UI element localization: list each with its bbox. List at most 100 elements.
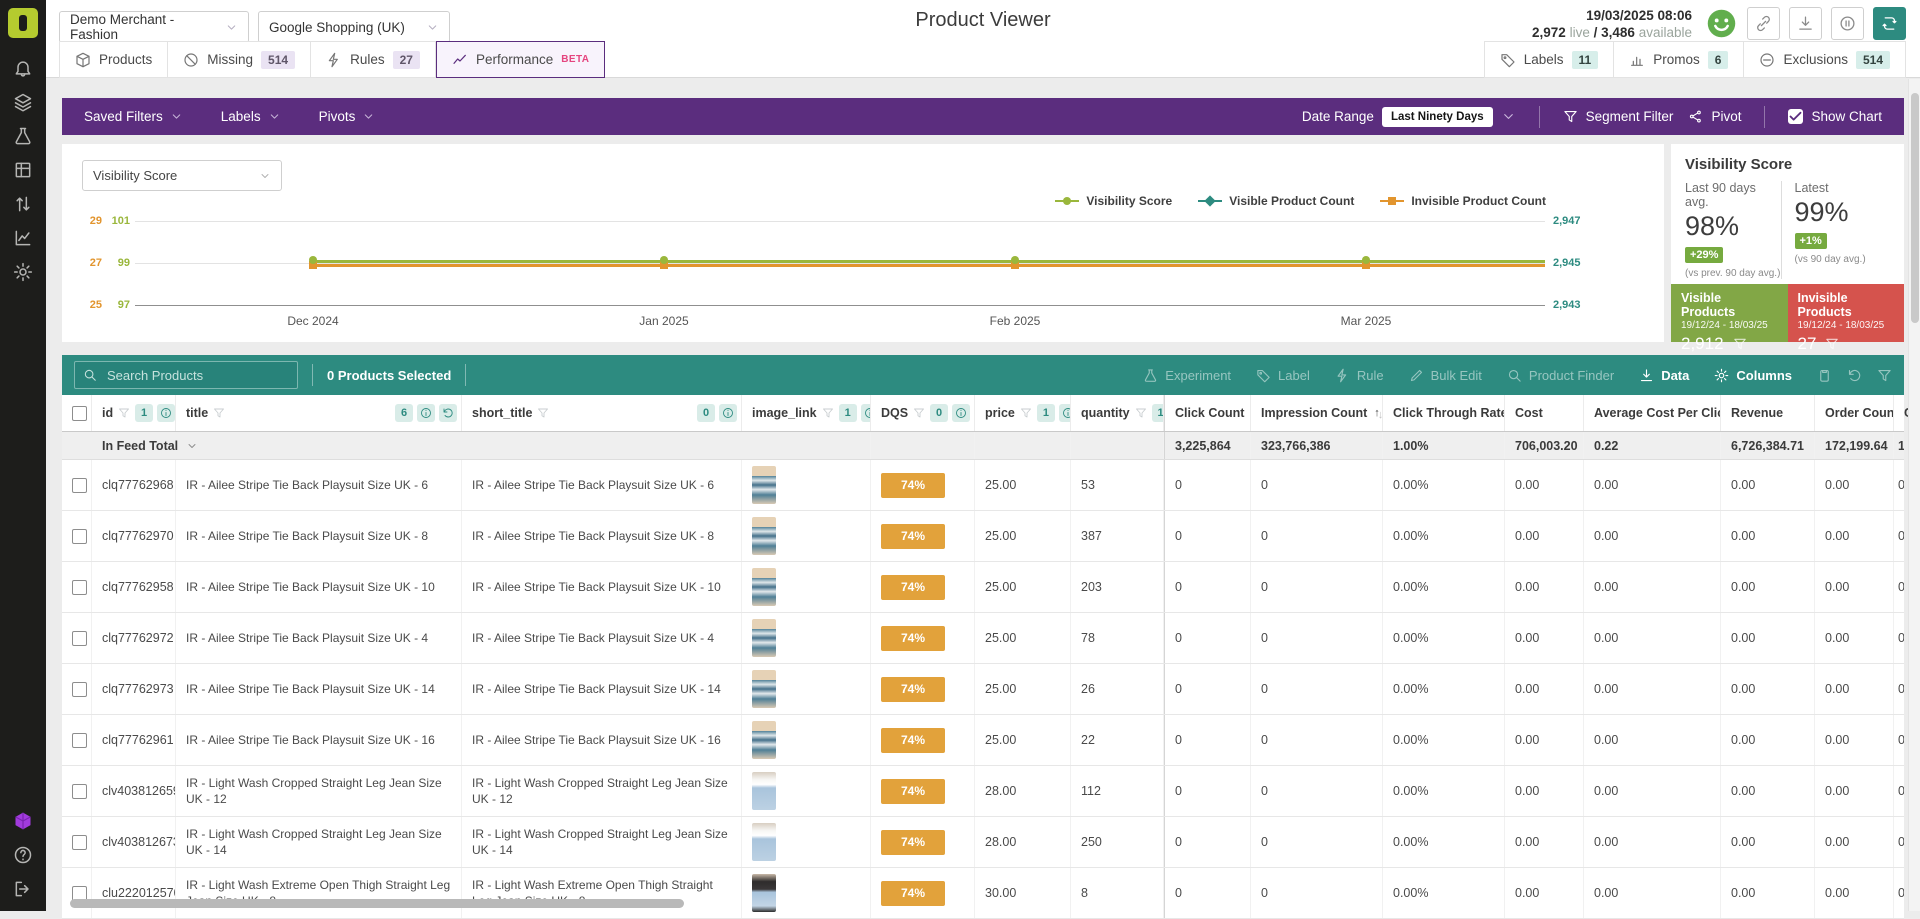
- date-range[interactable]: Date Range Last Ninety Days: [1302, 107, 1516, 127]
- table-row[interactable]: clq77762970IR - Ailee Stripe Tie Back Pl…: [62, 511, 1904, 562]
- column-rule-count-badge[interactable]: 0: [930, 404, 948, 422]
- info-icon[interactable]: [719, 404, 737, 422]
- column-header-select[interactable]: [62, 395, 92, 431]
- cell-dqs[interactable]: 74%: [871, 664, 975, 714]
- vertical-scrollbar[interactable]: [1908, 79, 1920, 911]
- row-checkbox[interactable]: [72, 478, 87, 493]
- product-thumbnail[interactable]: [752, 517, 776, 555]
- app-logo[interactable]: [8, 8, 38, 38]
- cell-dqs[interactable]: 74%: [871, 460, 975, 510]
- merchant-select[interactable]: Demo Merchant - Fashion: [59, 11, 249, 43]
- product-thumbnail[interactable]: [752, 568, 776, 606]
- tab-promos[interactable]: Promos 6: [1614, 41, 1744, 78]
- column-header-click_count[interactable]: Click Count: [1164, 395, 1251, 431]
- cell-image-link[interactable]: [742, 817, 871, 867]
- product-thumbnail[interactable]: [752, 772, 776, 810]
- cell-image-link[interactable]: [742, 613, 871, 663]
- table-row[interactable]: clv403812673IR - Light Wash Cropped Stra…: [62, 817, 1904, 868]
- row-checkbox[interactable]: [72, 835, 87, 850]
- trend-chart-icon[interactable]: [13, 228, 33, 248]
- filter-menu-saved-filters[interactable]: Saved Filters: [84, 109, 183, 124]
- row-checkbox[interactable]: [72, 733, 87, 748]
- table-row[interactable]: clv403812659IR - Light Wash Cropped Stra…: [62, 766, 1904, 817]
- channel-select[interactable]: Google Shopping (UK): [258, 11, 450, 43]
- dqs-score-badge[interactable]: 74%: [881, 830, 945, 855]
- column-header-ctr[interactable]: Click Through Rate: [1383, 395, 1505, 431]
- action-product-finder[interactable]: Product Finder: [1507, 368, 1614, 383]
- column-header-title[interactable]: title6: [176, 395, 462, 431]
- grid-icon[interactable]: [13, 160, 33, 180]
- cell-image-link[interactable]: [742, 511, 871, 561]
- segment-filter-button[interactable]: Segment Filter: [1563, 109, 1674, 124]
- column-filter-funnel-icon[interactable]: [537, 407, 549, 419]
- column-filter-funnel-icon[interactable]: [118, 407, 130, 419]
- dqs-score-badge[interactable]: 74%: [881, 524, 945, 549]
- cell-dqs[interactable]: 74%: [871, 715, 975, 765]
- vertical-scrollbar-thumb[interactable]: [1911, 93, 1919, 323]
- info-icon[interactable]: [157, 404, 175, 422]
- data-point-circle[interactable]: [660, 256, 668, 264]
- dqs-score-badge[interactable]: 74%: [881, 473, 945, 498]
- notifications-bell-icon[interactable]: [13, 58, 33, 78]
- dqs-score-badge[interactable]: 74%: [881, 779, 945, 804]
- tab-exclusions[interactable]: Exclusions 514: [1744, 41, 1906, 78]
- select-all-checkbox[interactable]: [72, 406, 87, 421]
- table-row[interactable]: clq77762973IR - Ailee Stripe Tie Back Pl…: [62, 664, 1904, 715]
- layers-icon[interactable]: [13, 92, 33, 112]
- column-header-revenue[interactable]: Revenue: [1721, 395, 1815, 431]
- cell-dqs[interactable]: 74%: [871, 613, 975, 663]
- cell-image-link[interactable]: [742, 766, 871, 816]
- cell-dqs[interactable]: 74%: [871, 511, 975, 561]
- column-header-id[interactable]: id1: [92, 395, 176, 431]
- funnel-icon[interactable]: [1877, 368, 1892, 383]
- help-circle-icon[interactable]: [13, 845, 33, 865]
- product-thumbnail[interactable]: [752, 670, 776, 708]
- data-point-circle[interactable]: [1362, 256, 1370, 264]
- logout-icon[interactable]: [13, 879, 33, 899]
- link-button[interactable]: [1747, 7, 1780, 40]
- column-header-short_title[interactable]: short_title0: [462, 395, 742, 431]
- row-checkbox[interactable]: [72, 784, 87, 799]
- action-rule[interactable]: Rule: [1335, 368, 1384, 383]
- cell-dqs[interactable]: 74%: [871, 562, 975, 612]
- search-input[interactable]: [105, 367, 289, 384]
- row-checkbox[interactable]: [72, 682, 87, 697]
- row-checkbox[interactable]: [72, 529, 87, 544]
- date-range-value[interactable]: Last Ninety Days: [1382, 107, 1493, 127]
- pivot-button[interactable]: Pivot: [1688, 109, 1741, 124]
- settings-gear-icon[interactable]: [13, 262, 33, 282]
- column-rule-count-badge[interactable]: 1: [135, 404, 153, 422]
- table-row[interactable]: clq77762968IR - Ailee Stripe Tie Back Pl…: [62, 460, 1904, 511]
- cube-3d-icon[interactable]: [13, 811, 33, 831]
- column-header-impression_count[interactable]: Impression Count↑↓: [1251, 395, 1383, 431]
- sort-indicator[interactable]: ↑↓: [1374, 407, 1381, 419]
- row-checkbox[interactable]: [72, 631, 87, 646]
- info-icon[interactable]: [1059, 404, 1071, 422]
- column-rule-count-badge[interactable]: 6: [395, 404, 413, 422]
- horizontal-scrollbar[interactable]: [70, 899, 684, 908]
- cell-image-link[interactable]: [742, 460, 871, 510]
- column-filter-funnel-icon[interactable]: [1020, 407, 1032, 419]
- flask-icon[interactable]: [13, 126, 33, 146]
- dqs-score-badge[interactable]: 74%: [881, 677, 945, 702]
- funnel-icon[interactable]: [1733, 337, 1747, 351]
- action-experiment[interactable]: Experiment: [1143, 368, 1231, 383]
- cell-image-link[interactable]: [742, 562, 871, 612]
- info-icon[interactable]: [417, 404, 435, 422]
- tab-rules[interactable]: Rules 27: [311, 41, 436, 78]
- visible-products-box[interactable]: Visible Products 19/12/24 - 18/03/25 2,9…: [1671, 284, 1788, 342]
- data-point-circle[interactable]: [309, 256, 317, 264]
- sync-button[interactable]: [1873, 7, 1906, 40]
- product-thumbnail[interactable]: [752, 466, 776, 504]
- column-filter-funnel-icon[interactable]: [1135, 407, 1147, 419]
- column-header-order_count[interactable]: Order Count: [1815, 395, 1894, 431]
- action-data[interactable]: Data: [1639, 368, 1689, 383]
- info-icon[interactable]: [952, 404, 970, 422]
- table-row[interactable]: clq77762972IR - Ailee Stripe Tie Back Pl…: [62, 613, 1904, 664]
- cell-image-link[interactable]: [742, 664, 871, 714]
- product-thumbnail[interactable]: [752, 874, 776, 912]
- column-header-image_link[interactable]: image_link1: [742, 395, 871, 431]
- show-chart-checkbox[interactable]: [1788, 109, 1803, 124]
- show-chart-toggle[interactable]: Show Chart: [1788, 109, 1882, 124]
- info-icon[interactable]: [861, 404, 871, 422]
